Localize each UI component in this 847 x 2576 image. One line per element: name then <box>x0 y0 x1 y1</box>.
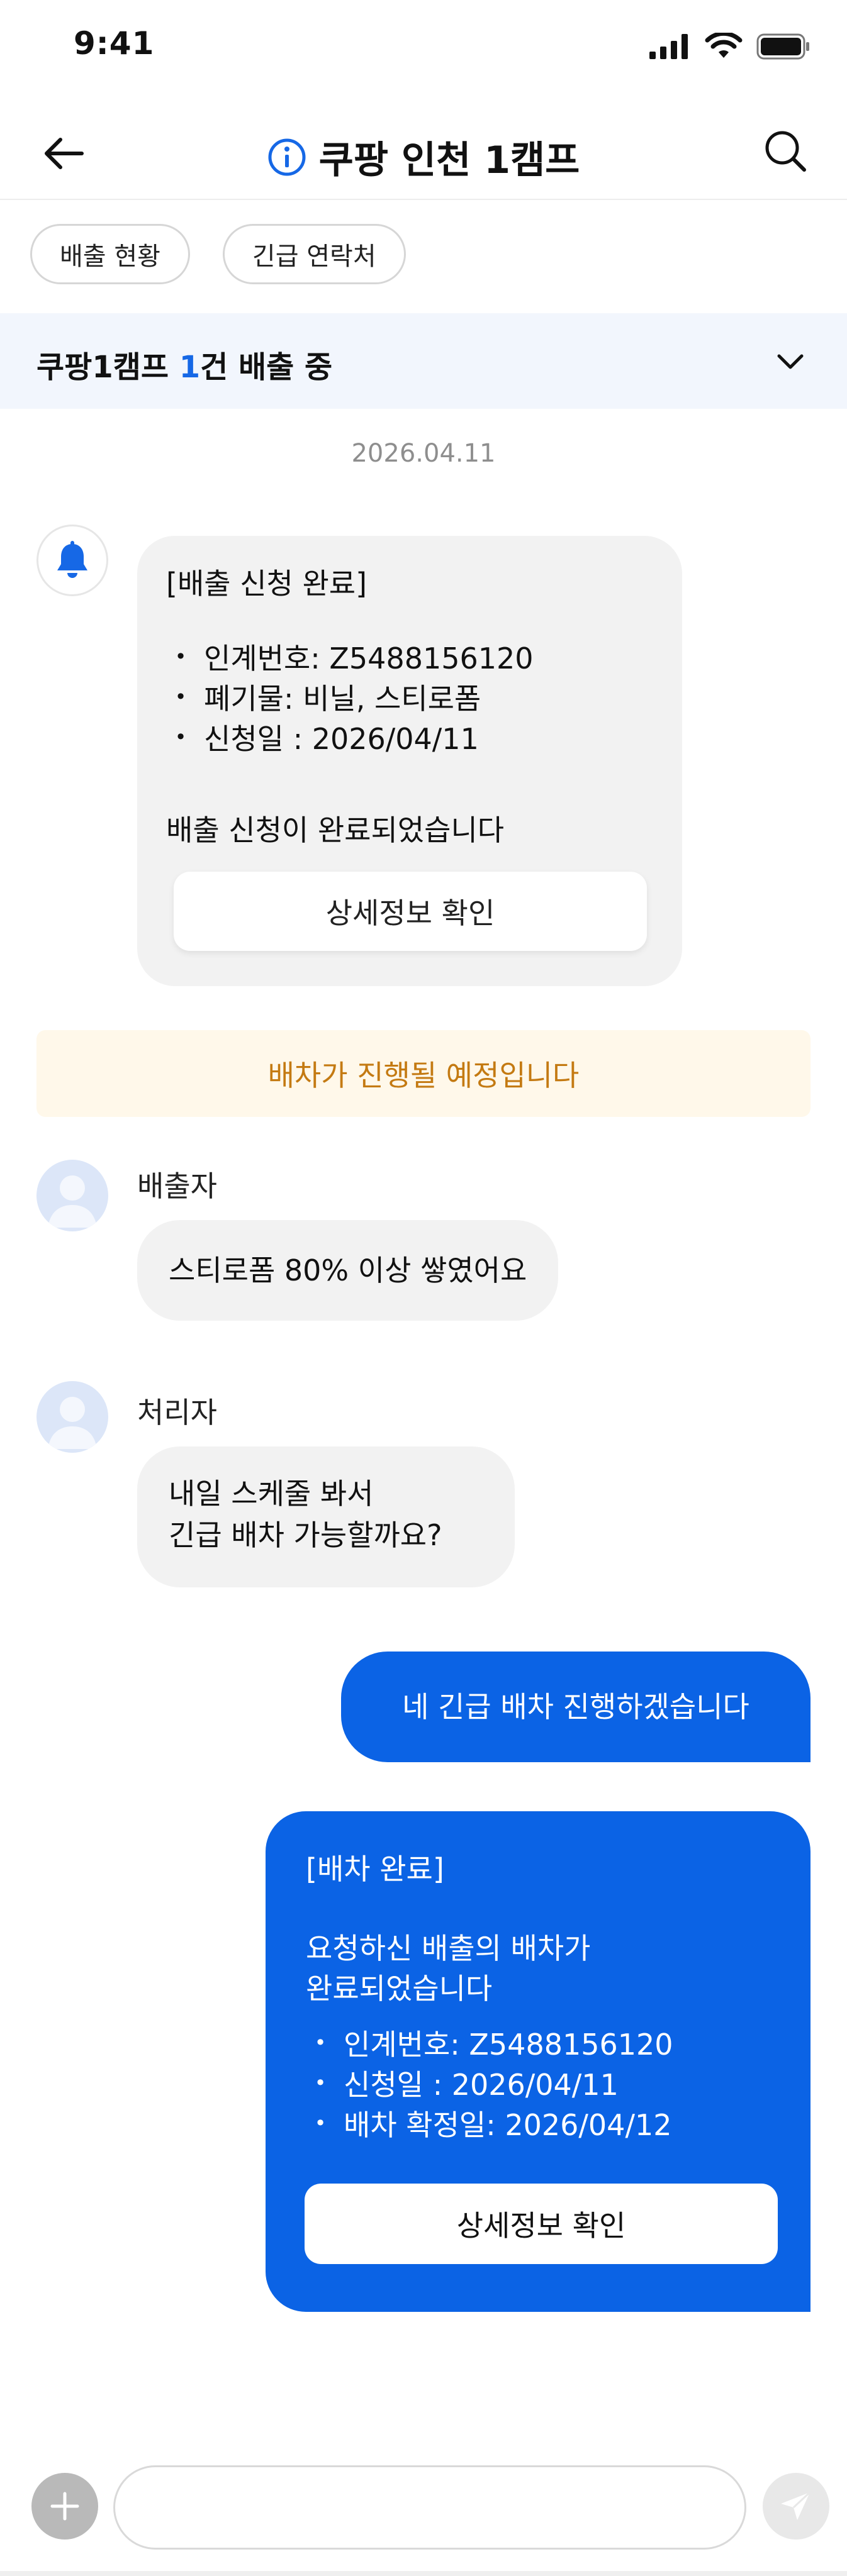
bell-icon <box>57 541 87 578</box>
status-bar: 9:41 <box>0 0 847 94</box>
list-item: 인계번호: Z5488156120 <box>306 2023 673 2063</box>
person-icon <box>48 1397 97 1449</box>
outgoing-bubble: 네 긴급 배차 진행하겠습니다 <box>341 1652 811 1762</box>
incoming-bubble: 내일 스케줄 봐서 긴급 배차 가능할까요? <box>137 1446 515 1587</box>
avatar <box>36 1381 108 1453</box>
sender-name: 처리자 <box>137 1396 217 1430</box>
chip-emergency-contact[interactable]: 긴급 연락처 <box>222 224 406 284</box>
send-icon <box>781 2491 811 2520</box>
dispatch-complete-card: [배차 완료] 요청하신 배출의 배차가 완료되었습니다 인계번호: Z5488… <box>266 1811 811 2312</box>
search-icon <box>765 131 806 172</box>
detail-button[interactable]: 상세정보 확인 <box>305 2184 778 2264</box>
battery-icon <box>756 33 809 60</box>
avatar <box>36 1160 108 1231</box>
message-line: 긴급 배차 가능할까요? <box>169 1518 442 1552</box>
message-composer <box>0 2453 847 2576</box>
notice-footer: 배출 신청이 완료되었습니다 <box>166 813 505 847</box>
list-item: 신청일 : 2026/04/11 <box>166 717 534 757</box>
chip-discharge-status[interactable]: 배출 현황 <box>30 224 190 284</box>
attach-button[interactable] <box>31 2473 98 2540</box>
card-message: 요청하신 배출의 배차가 완료되었습니다 <box>306 1931 591 2006</box>
page-title: 쿠팡 인천 1캠프 <box>318 138 580 182</box>
title-group: 쿠팡 인천 1캠프 <box>0 130 847 184</box>
message-line: 내일 스케줄 봐서 <box>169 1477 374 1511</box>
chat-header: 쿠팡 인천 1캠프 <box>0 106 847 200</box>
list-item: 신청일 : 2026/04/11 <box>306 2063 673 2103</box>
message-input[interactable] <box>113 2465 746 2550</box>
system-avatar <box>36 525 108 596</box>
detail-button[interactable]: 상세정보 확인 <box>174 872 647 951</box>
incoming-bubble: 스티로폼 80% 이상 쌓였어요 <box>137 1220 559 1321</box>
list-item: 배차 확정일: 2026/04/12 <box>306 2103 673 2143</box>
list-item: 폐기물: 비닐, 스티로폼 <box>166 677 534 717</box>
send-button[interactable] <box>763 2473 829 2540</box>
message-text: 네 긴급 배차 진행하겠습니다 <box>402 1690 749 1724</box>
banner-count: 1 <box>179 350 201 385</box>
person-icon <box>48 1175 97 1228</box>
status-icons <box>649 33 811 60</box>
status-time: 9:41 <box>74 25 155 62</box>
bottom-divider <box>0 2571 847 2576</box>
cellular-signal-icon <box>649 34 688 59</box>
dispatch-note: 배차가 진행될 예정입니다 <box>36 1030 811 1117</box>
search-button[interactable] <box>760 126 811 176</box>
date-separator: 2026.04.11 <box>351 439 496 468</box>
discharge-banner[interactable]: 쿠팡1캠프 1건 배출 중 <box>0 313 847 409</box>
notice-list: 인계번호: Z5488156120 폐기물: 비닐, 스티로폼 신청일 : 20… <box>166 636 534 757</box>
quick-chips: 배출 현황 긴급 연락처 <box>30 224 406 284</box>
message-text: 스티로폼 80% 이상 쌓였어요 <box>169 1253 527 1287</box>
banner-text: 쿠팡1캠프 1건 배출 중 <box>36 350 333 385</box>
notice-card: [배출 신청 완료] 인계번호: Z5488156120 폐기물: 비닐, 스티… <box>137 536 682 986</box>
info-icon[interactable] <box>267 138 306 177</box>
wifi-icon <box>705 33 743 58</box>
card-title: [배차 완료] <box>306 1852 444 1886</box>
plus-icon <box>50 2492 79 2521</box>
card-list: 인계번호: Z5488156120 신청일 : 2026/04/11 배차 확정… <box>306 2023 673 2143</box>
chevron-down-icon[interactable] <box>770 341 811 381</box>
list-item: 인계번호: Z5488156120 <box>166 636 534 677</box>
notice-title: [배출 신청 완료] <box>166 567 367 601</box>
sender-name: 배출자 <box>137 1169 217 1203</box>
